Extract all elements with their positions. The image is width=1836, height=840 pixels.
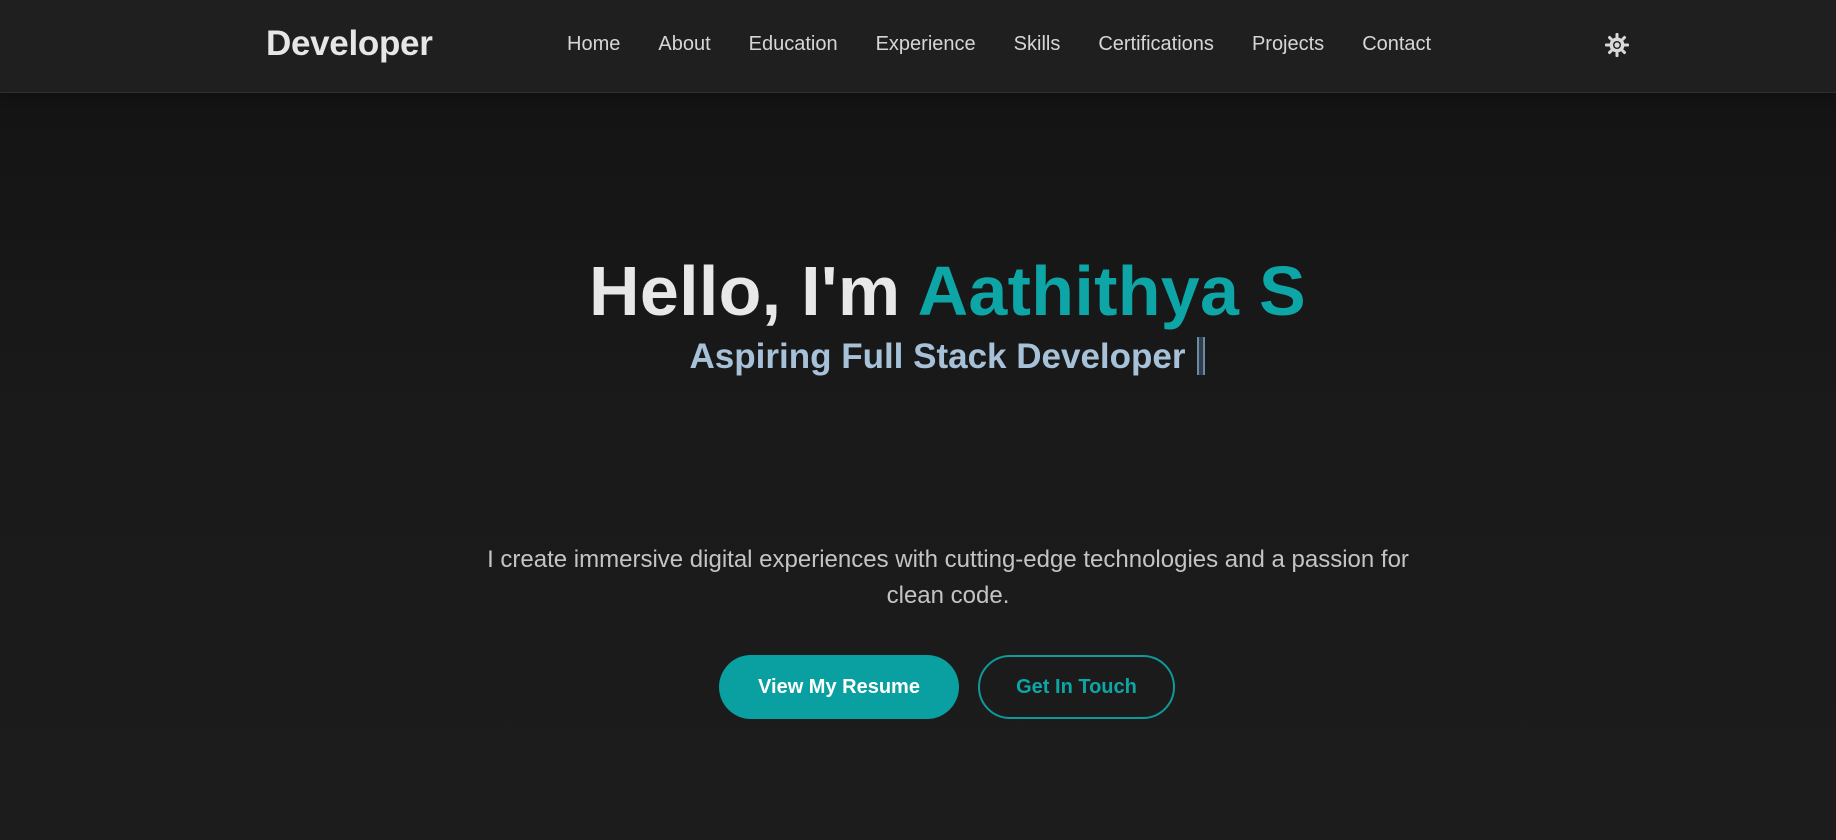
sun-icon [1605, 33, 1629, 57]
nav-link-education[interactable]: Education [749, 33, 838, 56]
brand-logo[interactable]: Developer [266, 24, 433, 64]
hero-section: Hello, I'm Aathithya S Aspiring Full Sta… [0, 93, 1836, 840]
theme-toggle-button[interactable] [1604, 32, 1630, 58]
nav-link-contact[interactable]: Contact [1362, 33, 1431, 56]
hero-title: Hello, I'm Aathithya S [0, 251, 1836, 331]
nav-link-home[interactable]: Home [567, 33, 620, 56]
hero-name: Aathithya S [917, 252, 1306, 330]
get-in-touch-button[interactable]: Get In Touch [978, 655, 1175, 719]
nav-link-skills[interactable]: Skills [1014, 33, 1061, 56]
hero-description: I create immersive digital experiences w… [487, 546, 1409, 609]
navbar: Developer Home About Education Experienc… [0, 0, 1836, 93]
typing-cursor [1197, 337, 1206, 375]
hero-subtitle-text: Aspiring Full Stack Developer [689, 337, 1186, 376]
nav-link-certifications[interactable]: Certifications [1098, 33, 1214, 56]
hero-subtitle: Aspiring Full Stack Developer [0, 337, 1836, 377]
nav-links: Home About Education Experience Skills C… [567, 33, 1431, 56]
nav-link-experience[interactable]: Experience [876, 33, 976, 56]
hero-greeting: Hello, I'm [589, 252, 901, 330]
nav-link-projects[interactable]: Projects [1252, 33, 1324, 56]
nav-link-about[interactable]: About [658, 33, 710, 56]
view-resume-button[interactable]: View My Resume [719, 655, 959, 719]
